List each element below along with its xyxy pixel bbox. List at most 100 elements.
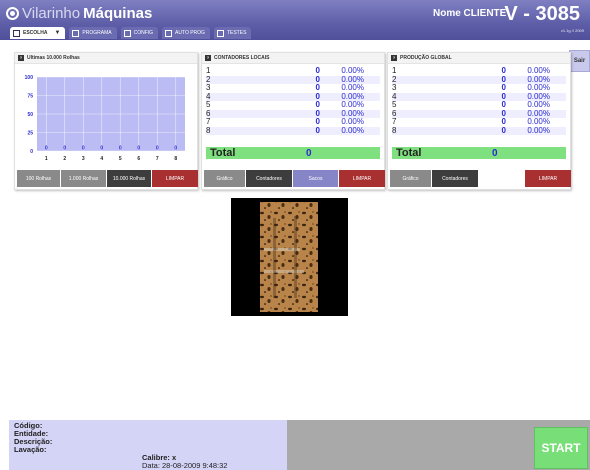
x-tick-label: 4 — [100, 156, 103, 162]
counter-number: 7 — [392, 117, 397, 126]
x-tick-label: 5 — [119, 156, 122, 162]
counter-number: 2 — [392, 74, 397, 84]
exit-button[interactable]: Sair — [569, 50, 590, 72]
btn-10000-rolhas[interactable]: 10.000 Rolhas — [107, 170, 151, 187]
btn-100-rolhas[interactable]: 100 Rolhas — [17, 170, 60, 187]
clear-button[interactable]: LIMPAR — [152, 170, 198, 187]
machine-id: V - 3085 — [504, 3, 580, 25]
counter-value: 0 — [315, 125, 320, 135]
chart-button-row: 100 Rolhas 1.000 Rolhas 10.000 Rolhas LI… — [17, 170, 198, 187]
y-tick-label: 50 — [27, 112, 33, 118]
counter-number: 5 — [392, 100, 397, 109]
tab-square-icon — [13, 29, 20, 37]
y-tick-label: 0 — [30, 149, 33, 155]
tab-testes[interactable]: TESTES — [213, 27, 252, 39]
clear-button[interactable]: LIMPAR — [525, 170, 571, 187]
panel-global-production: ? PRODUÇÃO GLOBAL 1 0 0.00% 2 0 0.00% 3 0 0.00… — [387, 52, 571, 190]
version-label: v1.1g // 2009 — [560, 28, 584, 33]
panel-title: CONTADORES LOCAIS — [214, 55, 270, 61]
y-tick-label: 100 — [25, 75, 34, 81]
counter-number: 3 — [206, 83, 211, 92]
total-value: 0 — [492, 147, 498, 159]
total-bar: Total 0 — [206, 147, 380, 159]
total-label: Total — [210, 147, 236, 159]
bar-chart: 10075502500102030405060708 — [25, 75, 185, 162]
tab-label: CONFIG — [133, 30, 154, 36]
counter-value: 0 — [501, 66, 506, 75]
tab-square-icon — [123, 29, 131, 37]
tab-square-icon — [216, 29, 224, 37]
counter-number: 3 — [392, 83, 397, 92]
counter-number: 1 — [392, 66, 397, 75]
tab-escolha[interactable]: ESCOLHA ▼ — [10, 27, 66, 39]
counter-value: 0 — [315, 108, 320, 118]
client-name: Nome CLIENTE — [433, 8, 507, 19]
tab-config[interactable]: CONFIG — [120, 27, 159, 39]
bar-data-label: 0 — [156, 146, 159, 152]
bar-data-label: 0 — [119, 146, 122, 152]
counters-button[interactable]: Contadores — [246, 170, 292, 187]
y-tick-label: 25 — [27, 131, 33, 137]
date-label: Data: 28-08-2009 9:48:32 — [142, 461, 228, 470]
x-tick-label: 6 — [137, 156, 140, 162]
tab-label: TESTES — [226, 30, 247, 36]
counters-button[interactable]: Contadores — [432, 170, 478, 187]
counter-value: 0 — [501, 108, 506, 118]
counter-percent: 0.00% — [527, 125, 550, 135]
bar-data-label: 0 — [137, 146, 140, 152]
help-icon[interactable]: ? — [18, 55, 24, 61]
bar-data-label: 0 — [63, 146, 66, 152]
tab-square-icon — [165, 29, 173, 37]
local-button-row: Gráfico Contadores Sacos LIMPAR — [204, 170, 385, 187]
counter-value: 0 — [315, 100, 320, 109]
clear-button[interactable]: LIMPAR — [339, 170, 385, 187]
order-info-panel: Código: Entidade: Descrição: Lavação: Ca… — [9, 420, 287, 470]
bar-data-label: 0 — [174, 146, 177, 152]
counter-value: 0 — [501, 100, 506, 109]
x-tick-label: 2 — [63, 156, 66, 162]
panel-title: PRODUÇÃO GLOBAL — [400, 55, 452, 61]
help-icon[interactable]: ? — [391, 55, 397, 61]
app-header: Vilarinho Máquinas Nome CLIENTE V - 3085… — [0, 0, 590, 40]
y-tick-label: 75 — [27, 94, 33, 100]
counter-percent: 0.00% — [341, 125, 364, 135]
global-button-row: Gráfico Contadores LIMPAR — [390, 170, 571, 187]
start-button[interactable]: START — [534, 427, 588, 469]
counter-value: 0 — [315, 66, 320, 75]
brand: Vilarinho Máquinas — [6, 5, 152, 22]
counter-value: 0 — [315, 74, 320, 84]
counter-value: 0 — [501, 83, 506, 92]
chart-button[interactable]: Gráfico — [204, 170, 245, 187]
counter-row: 8 0 0.00% — [206, 125, 380, 135]
x-tick-label: 8 — [174, 156, 177, 162]
tab-label: ESCOLHA — [23, 30, 48, 36]
brand-name-light: Vilarinho — [22, 5, 81, 22]
tab-auto-prog[interactable]: AUTO PROG — [162, 27, 210, 39]
panel-title: Ultimas 10.000 Rolhas — [27, 55, 80, 61]
counter-number: 5 — [206, 100, 211, 109]
help-icon[interactable]: ? — [205, 55, 211, 61]
btn-1000-rolhas[interactable]: 1.000 Rolhas — [61, 170, 106, 187]
panel-title-bar: ? Ultimas 10.000 Rolhas — [15, 53, 197, 64]
cork-image — [231, 198, 348, 316]
counter-value: 0 — [501, 91, 506, 101]
tab-programa[interactable]: PROGRAMA — [69, 27, 117, 39]
panel-local-counters: ? CONTADORES LOCAIS 1 0 0.00% 2 0 0.00% 3 0 0.… — [201, 52, 385, 190]
counter-value: 0 — [315, 83, 320, 92]
bags-button[interactable]: Sacos — [293, 170, 338, 187]
tab-label: PROGRAMA — [82, 30, 112, 36]
chart-button[interactable]: Gráfico — [390, 170, 431, 187]
counter-value: 0 — [315, 117, 320, 126]
chart-area: 100 75 50 25 0 0 1 0 2 0 3 0 4 0 5 0 6 0 7 0 8 — [15, 65, 197, 165]
counter-value: 0 — [315, 91, 320, 101]
bar-data-label: 0 — [100, 146, 103, 152]
counter-number: 8 — [206, 125, 211, 135]
counter-number: 6 — [206, 108, 211, 118]
total-bar: Total 0 — [392, 147, 566, 159]
counter-value: 0 — [501, 117, 506, 126]
counter-number: 4 — [206, 91, 211, 101]
order-info-labels: Código: Entidade: Descrição: Lavação: — [14, 422, 52, 454]
tab-label: AUTO PROG — [175, 30, 205, 36]
counter-number: 4 — [392, 91, 397, 101]
dropdown-caret-icon[interactable]: ▼ — [54, 30, 60, 36]
